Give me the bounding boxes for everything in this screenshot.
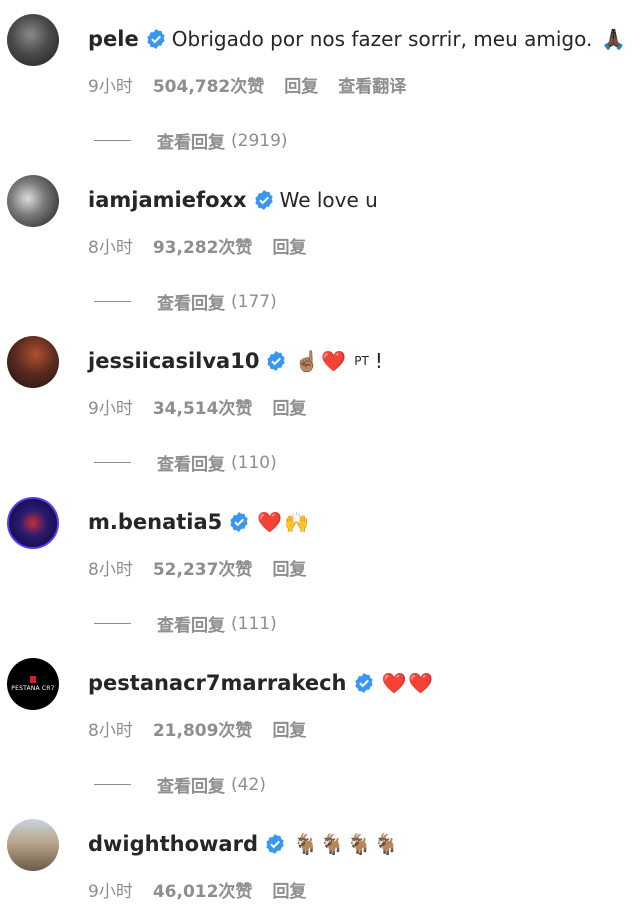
verified-badge-icon: [267, 351, 286, 371]
username[interactable]: jessiicasilva10: [88, 349, 259, 373]
comment-text-exclaim: !: [374, 349, 383, 373]
comment-item: jessiicasilva10 ☝🏽 ❤️ PT ! 9小时 34,514次赞 …: [0, 336, 640, 497]
reply-count: (2919): [231, 130, 288, 151]
username[interactable]: iamjamiefoxx: [88, 188, 247, 212]
comment-item: iamjamiefoxx We love u 8小时 93,282次赞 回复 查…: [0, 175, 640, 336]
reply-count: (111): [231, 613, 277, 634]
username[interactable]: pestanacr7marrakech: [88, 671, 347, 695]
view-replies-label: 查看回复: [157, 133, 225, 153]
see-translation-button[interactable]: 查看翻译: [338, 72, 406, 97]
likes-count[interactable]: 34,514次赞: [153, 394, 253, 419]
view-replies-button[interactable]: 查看回复 (111): [94, 611, 277, 636]
likes-count[interactable]: 93,282次赞: [153, 233, 253, 258]
pestana-logo-mark: [30, 676, 36, 683]
red-heart-icon: ❤️: [257, 510, 283, 534]
verified-badge-icon: [254, 190, 273, 210]
reply-button[interactable]: 回复: [272, 877, 306, 902]
jamiefoxx-avatar-icon[interactable]: [7, 175, 59, 227]
timestamp: 8小时: [88, 238, 133, 258]
red-heart-icon: ❤️: [321, 349, 347, 373]
reply-count: (177): [231, 291, 277, 312]
comment-text: Obrigado por nos fazer sorrir, meu amigo…: [171, 27, 593, 51]
timestamp: 9小时: [88, 399, 133, 419]
praying-hands-icon: 🙏🏿: [601, 27, 627, 51]
username[interactable]: dwighthoward: [88, 832, 258, 856]
view-replies-button[interactable]: 查看回复 (177): [94, 289, 277, 314]
goat-icon: 🐐: [319, 832, 345, 856]
pestana-logo-text: PESTANA CR7: [11, 685, 55, 692]
username[interactable]: pele: [88, 27, 139, 51]
divider-line: [94, 784, 131, 785]
pele-avatar-icon[interactable]: [7, 14, 59, 66]
divider-line: [94, 140, 131, 141]
divider-line: [94, 462, 131, 463]
comment-item: pele Obrigado por nos fazer sorrir, meu …: [0, 14, 640, 175]
goat-icon: 🐐: [293, 832, 318, 856]
reply-count: (110): [231, 452, 277, 473]
likes-count[interactable]: 504,782次赞: [153, 72, 264, 97]
username[interactable]: m.benatia5: [88, 510, 222, 534]
reply-button[interactable]: 回复: [272, 716, 306, 741]
comment-item: dwighthoward 🐐 🐐 🐐 🐐 9小时 46,012次赞 回复: [0, 819, 640, 905]
reply-button[interactable]: 回复: [272, 555, 306, 580]
likes-count[interactable]: 46,012次赞: [153, 877, 253, 902]
view-replies-label: 查看回复: [157, 455, 225, 475]
reply-count: (42): [231, 774, 266, 795]
divider-line: [94, 301, 131, 302]
pestana-avatar-icon[interactable]: PESTANA CR7: [7, 658, 59, 710]
view-replies-button[interactable]: 查看回复 (110): [94, 450, 277, 475]
pointing-up-icon: ☝🏽: [294, 349, 320, 373]
timestamp: 8小时: [88, 560, 133, 580]
likes-count[interactable]: 52,237次赞: [153, 555, 253, 580]
goat-icon: 🐐: [373, 832, 399, 856]
jessiica-avatar-icon[interactable]: [7, 336, 59, 388]
view-replies-label: 查看回复: [157, 294, 225, 314]
verified-badge-icon: [266, 834, 284, 854]
reply-button[interactable]: 回复: [284, 72, 318, 97]
comment-item: PESTANA CR7 pestanacr7marrakech ❤️ ❤️ 8小…: [0, 658, 640, 819]
view-replies-label: 查看回复: [157, 777, 225, 797]
red-heart-icon: ❤️: [381, 671, 407, 695]
benatia-avatar-icon[interactable]: [7, 497, 59, 549]
comment-text: PT: [354, 354, 369, 368]
verified-badge-icon: [147, 29, 165, 49]
view-replies-button[interactable]: 查看回复 (2919): [94, 128, 288, 153]
verified-badge-icon: [354, 673, 373, 693]
view-replies-label: 查看回复: [157, 616, 225, 636]
verified-badge-icon: [230, 512, 248, 532]
reply-button[interactable]: 回复: [272, 394, 306, 419]
comment-item: m.benatia5 ❤️ 🙌 8小时 52,237次赞 回复 查看回复 (11…: [0, 497, 640, 658]
timestamp: 9小时: [88, 882, 133, 902]
goat-icon: 🐐: [346, 832, 372, 856]
timestamp: 9小时: [88, 77, 133, 97]
reply-button[interactable]: 回复: [272, 233, 306, 258]
timestamp: 8小时: [88, 721, 133, 741]
comment-text: We love u: [279, 188, 378, 212]
divider-line: [94, 623, 131, 624]
red-heart-icon: ❤️: [408, 671, 434, 695]
dwighthoward-avatar-icon[interactable]: [7, 819, 59, 871]
raising-hands-icon: 🙌: [284, 510, 310, 534]
view-replies-button[interactable]: 查看回复 (42): [94, 772, 266, 797]
likes-count[interactable]: 21,809次赞: [153, 716, 253, 741]
